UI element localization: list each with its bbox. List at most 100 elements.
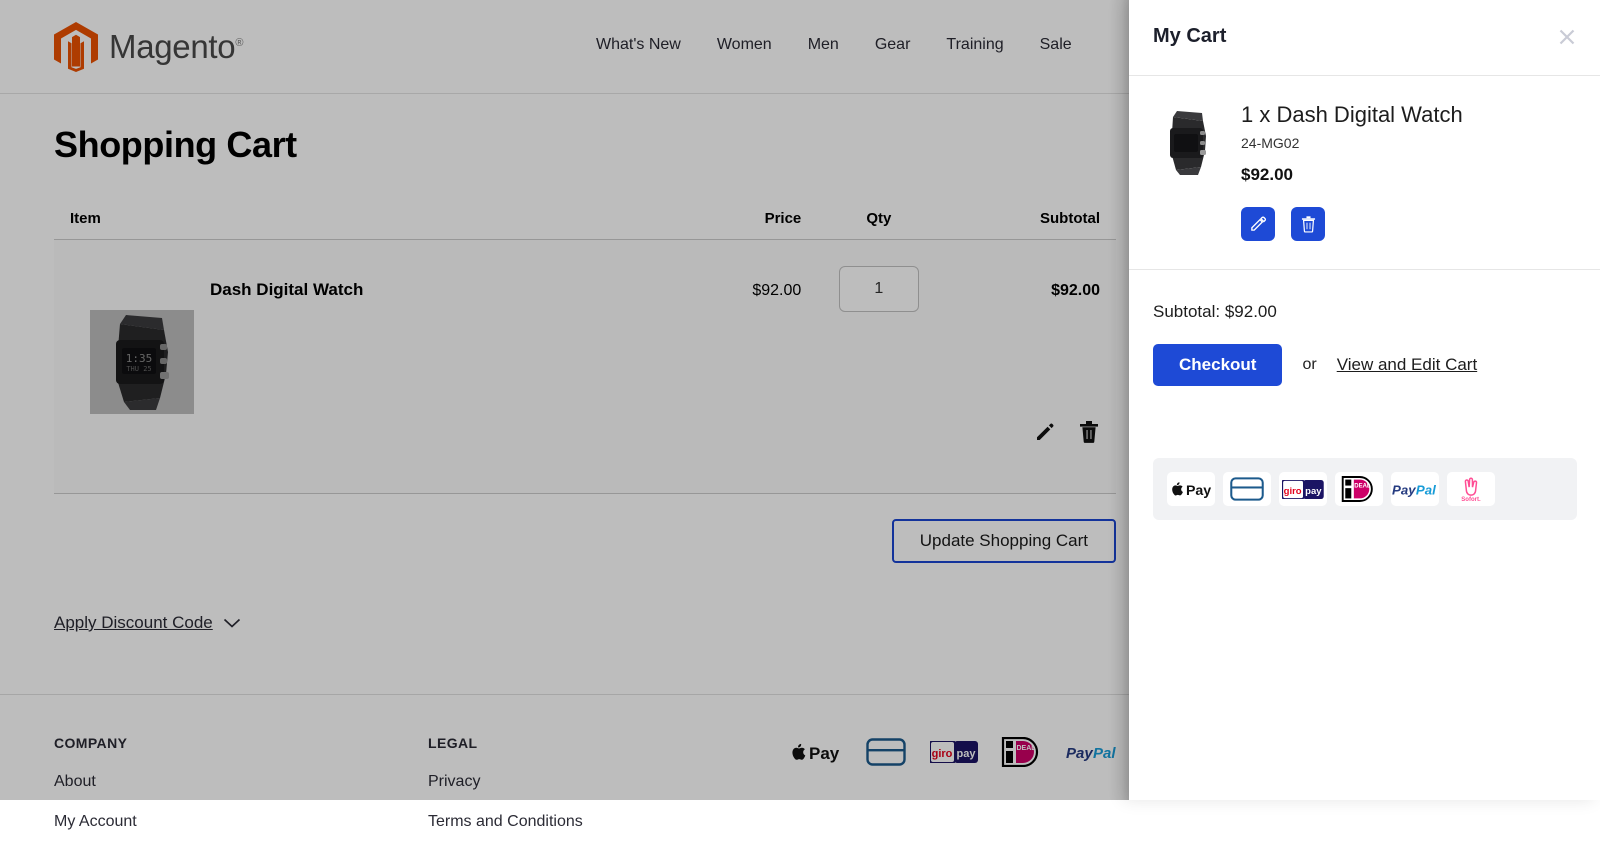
pencil-icon xyxy=(1251,216,1267,231)
cart-table-header: Item Price Qty Subtotal xyxy=(54,210,1116,240)
svg-text:DEAL: DEAL xyxy=(1016,745,1036,752)
mini-cart-drawer: My Cart 1 x Dash Digital Watch 24-MG02 $… xyxy=(1129,0,1600,800)
main-navigation: What's New Women Men Gear Training Sale xyxy=(578,36,1090,54)
giropay-icon: giro pay xyxy=(1282,479,1324,499)
payment-icon-ideal: DEAL xyxy=(993,731,1050,773)
generic-card-icon xyxy=(865,738,906,766)
ideal-icon: DEAL xyxy=(1001,737,1038,767)
mini-cart-remove-item-button[interactable] xyxy=(1291,206,1325,241)
or-separator-label: or xyxy=(1302,355,1317,373)
nav-item-sale[interactable]: Sale xyxy=(1022,36,1090,54)
svg-text:Pay: Pay xyxy=(1066,745,1093,762)
footer-link-my-account[interactable]: My Account xyxy=(54,813,428,831)
footer-column-legal: LEGAL Privacy Terms and Conditions xyxy=(428,735,802,853)
update-shopping-cart-button[interactable]: Update Shopping Cart xyxy=(891,519,1116,563)
pencil-icon xyxy=(1037,423,1054,440)
mini-cart-item: 1 x Dash Digital Watch 24-MG02 $92.00 xyxy=(1129,76,1600,270)
payment-icon-apple-pay: Pay xyxy=(1167,472,1215,506)
footer-heading-legal: LEGAL xyxy=(428,735,478,751)
payment-icon-generic-card xyxy=(857,731,914,773)
column-header-item: Item xyxy=(70,210,101,227)
nav-item-men[interactable]: Men xyxy=(790,36,857,54)
payment-icon-apple-pay: Pay xyxy=(784,731,846,773)
row-actions xyxy=(1032,419,1102,445)
giropay-icon: giro pay xyxy=(929,741,978,763)
trash-icon xyxy=(1301,216,1315,233)
registered-mark: ® xyxy=(235,37,244,49)
mini-cart-item-actions xyxy=(1241,206,1576,241)
table-row: Dash Digital Watch 1:35 THU 25 $92.00 1 … xyxy=(54,240,1116,494)
ideal-icon: DEAL xyxy=(1341,476,1373,502)
chevron-down-icon xyxy=(223,618,240,628)
column-header-price: Price xyxy=(764,210,802,227)
magento-logo[interactable]: Magento® xyxy=(54,22,243,72)
remove-item-button[interactable] xyxy=(1076,419,1102,445)
svg-text:giro: giro xyxy=(1284,485,1302,496)
magento-logo-icon xyxy=(54,22,98,72)
footer-payment-methods: Pay giro pay DEAL Pay Pal xyxy=(784,731,1123,773)
mini-cart-item-price: $92.00 xyxy=(1241,164,1293,184)
payment-icon-sofort: Sofort. xyxy=(1447,472,1495,506)
footer-column-company: COMPANY About My Account xyxy=(54,735,428,853)
product-name[interactable]: Dash Digital Watch xyxy=(210,280,363,300)
svg-text:pay: pay xyxy=(956,748,976,760)
mini-cart-header: My Cart xyxy=(1129,0,1600,76)
cart-item-cell: Dash Digital Watch 1:35 THU 25 xyxy=(70,280,646,493)
sofort-icon: Sofort. xyxy=(1461,477,1481,503)
close-mini-cart-button[interactable] xyxy=(1554,24,1580,50)
svg-text:Sofort.: Sofort. xyxy=(1461,497,1481,503)
nav-item-training[interactable]: Training xyxy=(928,36,1021,54)
column-header-qty: Qty xyxy=(866,210,892,227)
svg-text:DEAL: DEAL xyxy=(1354,483,1371,489)
cart-actions: Update Shopping Cart xyxy=(54,519,1116,563)
cart-item-qty-cell xyxy=(801,266,956,493)
mini-cart-subtotal: Subtotal: $92.00 xyxy=(1153,301,1277,321)
mini-cart-item-body: 1 x Dash Digital Watch 24-MG02 $92.00 xyxy=(1241,102,1576,241)
paypal-icon: Pay Pal xyxy=(1392,482,1436,497)
payment-icon-giropay: giro pay xyxy=(1279,472,1327,506)
svg-text:Pal: Pal xyxy=(1093,745,1116,762)
edit-item-button[interactable] xyxy=(1032,419,1058,445)
paypal-icon: Pay Pal xyxy=(1066,745,1116,762)
nav-item-whats-new[interactable]: What's New xyxy=(578,36,699,54)
checkout-button[interactable]: Checkout xyxy=(1153,343,1283,386)
svg-text:pay: pay xyxy=(1305,485,1322,496)
footer-link-about[interactable]: About xyxy=(54,773,428,791)
mini-cart-item-name[interactable]: 1 x Dash Digital Watch xyxy=(1241,102,1576,128)
apple-pay-icon: Pay xyxy=(1172,482,1211,499)
nav-item-gear[interactable]: Gear xyxy=(857,36,929,54)
apply-discount-code-label[interactable]: Apply Discount Code xyxy=(54,613,213,633)
apple-pay-icon: Pay xyxy=(792,743,840,763)
trash-icon xyxy=(1080,421,1098,443)
footer-heading-company: COMPANY xyxy=(54,735,128,751)
qty-input[interactable] xyxy=(838,266,919,312)
mini-cart-edit-item-button[interactable] xyxy=(1241,206,1275,241)
mini-cart-title: My Cart xyxy=(1153,25,1227,47)
column-header-subtotal: Subtotal xyxy=(1040,210,1100,227)
nav-item-women[interactable]: Women xyxy=(699,36,790,54)
mini-cart-item-sku: 24-MG02 xyxy=(1241,134,1300,151)
view-and-edit-cart-link[interactable]: View and Edit Cart xyxy=(1337,355,1477,375)
footer-link-terms-and-conditions[interactable]: Terms and Conditions xyxy=(428,813,802,831)
mini-cart-payment-methods: Pay giro pay DEAL Pay Pal Sofort. xyxy=(1153,458,1577,520)
mini-cart-cta-row: Checkout or View and Edit Cart xyxy=(1129,322,1600,386)
payment-icon-ideal: DEAL xyxy=(1335,472,1383,506)
svg-text:Pay: Pay xyxy=(1392,482,1416,497)
svg-text:Pay: Pay xyxy=(1186,483,1211,499)
svg-text:Pal: Pal xyxy=(1416,482,1436,497)
payment-icon-paypal: Pay Pal xyxy=(1391,472,1439,506)
payment-icon-giropay: giro pay xyxy=(925,731,982,773)
payment-icon-paypal: Pay Pal xyxy=(1061,731,1123,773)
svg-text:Pay: Pay xyxy=(809,744,840,763)
generic-card-icon xyxy=(1230,477,1264,501)
footer-link-privacy[interactable]: Privacy xyxy=(428,773,802,791)
cart-item-price: $92.00 xyxy=(752,282,802,299)
payment-icon-generic-card xyxy=(1223,472,1271,506)
cart-item-subtotal: $92.00 xyxy=(1051,282,1100,299)
magento-logo-text: Magento® xyxy=(109,28,244,65)
product-thumbnail: 1:35 THU 25 xyxy=(90,310,194,414)
svg-text:THU 25: THU 25 xyxy=(126,365,151,373)
close-icon xyxy=(1559,29,1575,45)
mini-cart-product-thumbnail xyxy=(1153,108,1223,178)
svg-text:1:35: 1:35 xyxy=(126,352,153,365)
